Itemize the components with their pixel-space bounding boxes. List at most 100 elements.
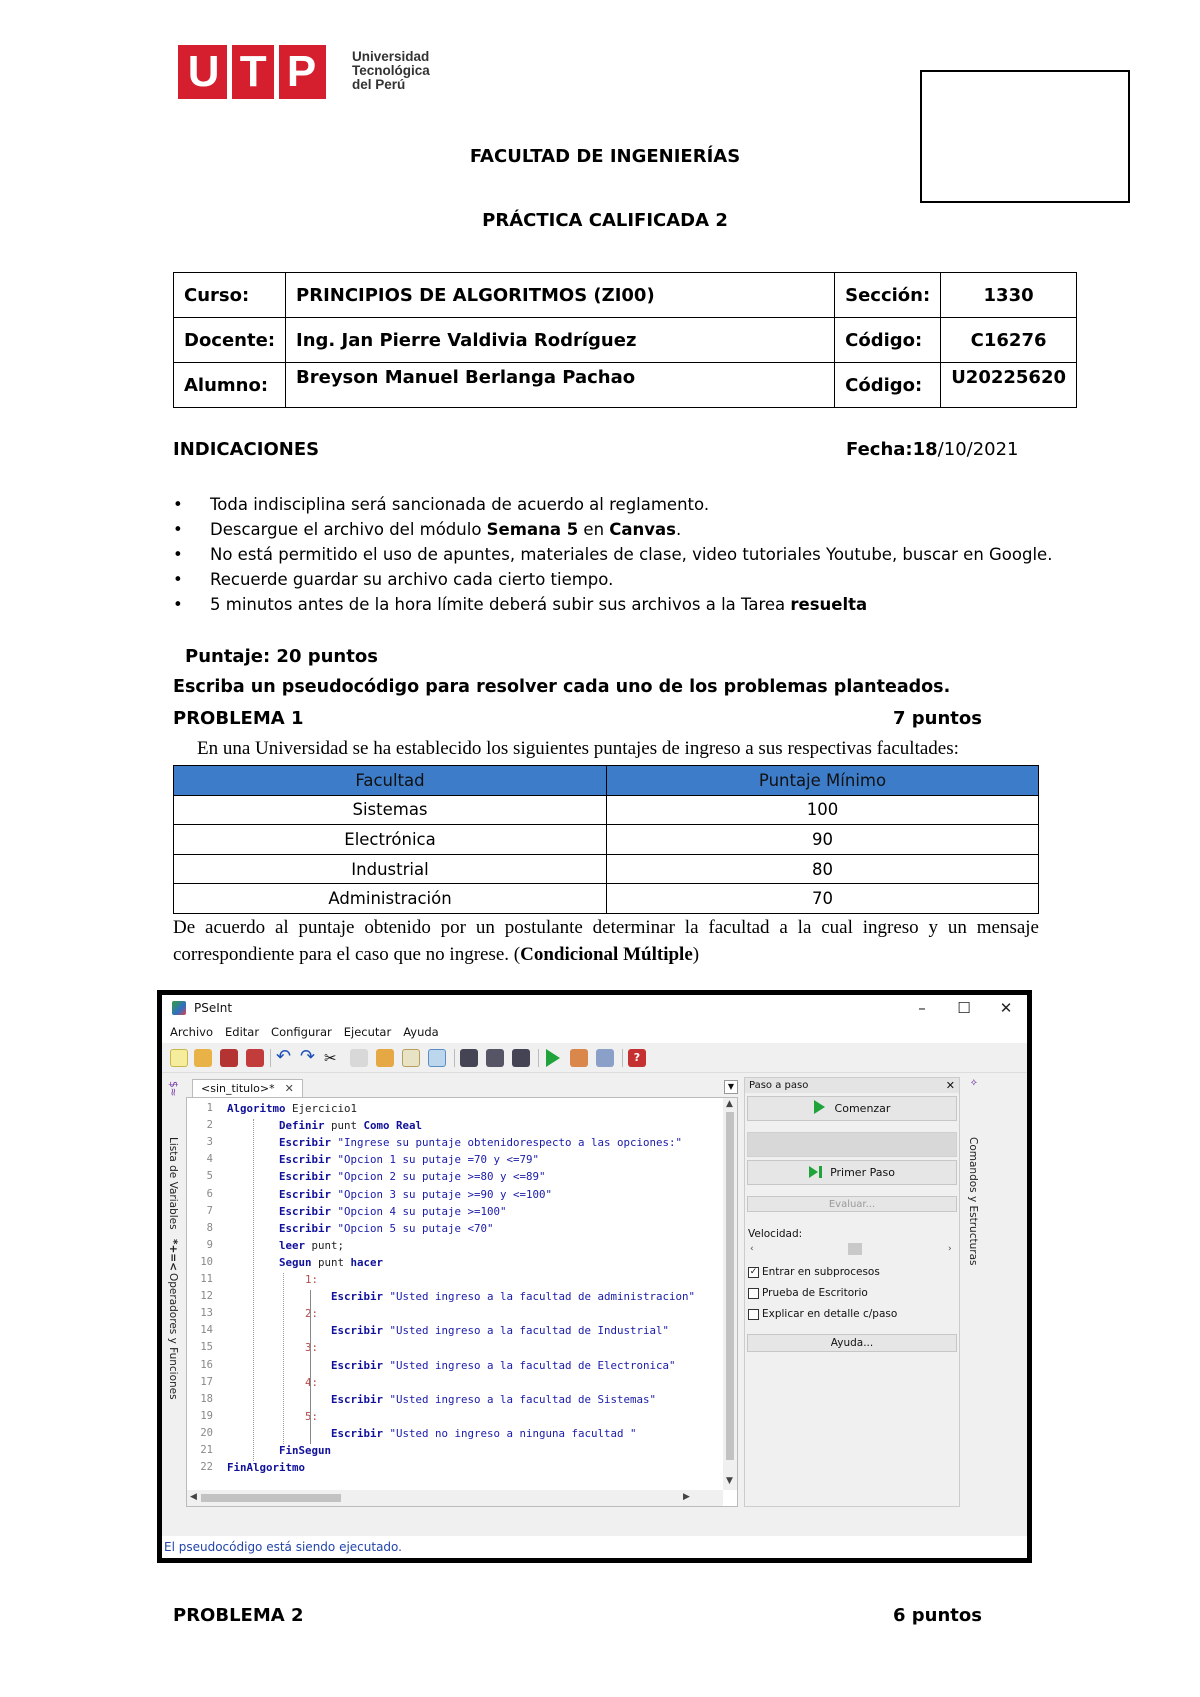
indent-icon[interactable]	[402, 1049, 420, 1067]
code-line[interactable]: Escribir "Usted ingreso a la facultad de…	[227, 1393, 656, 1406]
vertical-scrollbar[interactable]: ▲ ▼	[723, 1098, 737, 1490]
check-subprocesos[interactable]: ✓ Entrar en subprocesos	[748, 1266, 880, 1278]
horizontal-scrollbar[interactable]: ◀ ▶	[187, 1490, 723, 1506]
checkbox[interactable]: ✓	[748, 1266, 759, 1278]
copy-icon[interactable]	[350, 1049, 368, 1067]
line-numbers: 1 2 3 4 5 6 7 8 9 10 11 12 13 14 15 16 17 18 19 20 21 22	[187, 1098, 219, 1490]
run-icon[interactable]	[546, 1049, 560, 1067]
slider-right-icon[interactable]: ›	[948, 1244, 952, 1254]
table-row: Electrónica 90	[173, 824, 1039, 855]
check-prueba[interactable]: Prueba de Escritorio	[748, 1287, 868, 1299]
scroll-up-icon[interactable]: ▲	[726, 1099, 733, 1109]
scroll-thumb[interactable]	[726, 1112, 734, 1460]
window-title: PSeInt	[194, 1001, 233, 1015]
panel-close-icon[interactable]: ✕	[946, 1078, 955, 1093]
table-row: Sistemas 100	[173, 794, 1039, 826]
code-line[interactable]: FinSegun	[227, 1444, 331, 1457]
tab-sin-titulo[interactable]: <sin_titulo>* ✕	[192, 1079, 303, 1097]
ayuda-button[interactable]: Ayuda...	[747, 1334, 957, 1352]
tab-close-icon[interactable]: ✕	[285, 1082, 294, 1095]
code-line[interactable]: Escribir "Ingrese su puntaje obtenidores…	[227, 1136, 682, 1149]
maximize-button[interactable]: ☐	[943, 997, 985, 1019]
structures-icon[interactable]: ⟡	[967, 1079, 979, 1086]
search-icon[interactable]	[460, 1049, 478, 1067]
operators-tab[interactable]: Operadores y Funciones	[167, 1273, 179, 1400]
code-line[interactable]: Escribir "Opcion 1 su putaje =70 y <=79"	[227, 1153, 539, 1166]
code-line[interactable]: 3:	[227, 1341, 318, 1354]
code-line[interactable]: Segun punt hacer	[227, 1256, 383, 1269]
code-line[interactable]: Escribir "Usted ingreso a la facultad de…	[227, 1324, 669, 1337]
operators-icon[interactable]: *+=<	[167, 1239, 179, 1271]
code-line[interactable]: FinAlgoritmo	[227, 1461, 305, 1474]
save-as-icon[interactable]	[246, 1049, 264, 1067]
menu-configurar[interactable]: Configurar	[271, 1025, 332, 1039]
step-icon[interactable]	[570, 1049, 588, 1067]
code-line[interactable]: Escribir "Opcion 4 su putaje >=100"	[227, 1205, 507, 1218]
open-folder-icon[interactable]	[194, 1049, 212, 1067]
line-number: 6	[206, 1187, 213, 1200]
code-line[interactable]: 4:	[227, 1376, 318, 1389]
slider-left-icon[interactable]: ‹	[750, 1244, 754, 1254]
replace-icon[interactable]	[512, 1049, 530, 1067]
code-line[interactable]: Escribir "Opcion 5 su putaje <70"	[227, 1222, 494, 1235]
code-line[interactable]: Escribir "Usted no ingreso a ninguna fac…	[227, 1427, 637, 1440]
code-line[interactable]: Escribir "Usted ingreso a la facultad de…	[227, 1359, 676, 1372]
line-number: 5	[206, 1170, 213, 1183]
code-line[interactable]: Escribir "Opcion 2 su putaje >=80 y <=89…	[227, 1170, 546, 1183]
code-line[interactable]: 5:	[227, 1410, 318, 1423]
fecha-rest: /10/2021	[937, 439, 1019, 460]
comenzar-button[interactable]: Comenzar	[747, 1096, 957, 1121]
search-next-icon[interactable]	[486, 1049, 504, 1067]
redo-icon[interactable]: ↷	[300, 1048, 318, 1067]
code-line[interactable]: Escribir "Usted ingreso a la facultad de…	[227, 1290, 695, 1303]
chevron-down-icon[interactable]: ▼	[724, 1080, 738, 1094]
paste-icon[interactable]	[376, 1049, 394, 1067]
slider-thumb[interactable]	[848, 1243, 862, 1255]
diagram-icon[interactable]	[596, 1049, 614, 1067]
step-panel: Paso a paso ✕ Comenzar Primer Paso Evalua…	[744, 1077, 960, 1507]
code-line[interactable]: Algoritmo Ejercicio1	[227, 1102, 357, 1115]
speed-slider[interactable]: ‹ ›	[748, 1242, 956, 1256]
code-line[interactable]: Escribir "Opcion 3 su putaje >=90 y <=10…	[227, 1188, 552, 1201]
code-line[interactable]: Definir punt Como Real	[227, 1119, 422, 1132]
fecha-day: 18	[912, 439, 938, 460]
minimize-button[interactable]: –	[901, 997, 943, 1019]
scroll-down-icon[interactable]: ▼	[726, 1476, 733, 1486]
help-icon[interactable]: ?	[628, 1049, 646, 1067]
list-item: Toda indisciplina será sancionada de acu…	[170, 492, 1052, 517]
table-row: Industrial 80	[173, 853, 1039, 885]
fecha: Fecha:18/10/2021	[846, 439, 1019, 460]
table-header: Facultad	[173, 765, 607, 796]
comment-icon[interactable]	[428, 1049, 446, 1067]
variables-icon[interactable]: $≈	[167, 1081, 179, 1096]
variables-tab[interactable]: Lista de Variables	[167, 1137, 179, 1230]
check-explicar[interactable]: Explicar en detalle c/paso	[748, 1308, 897, 1320]
indent-guide	[310, 1290, 311, 1444]
undo-icon[interactable]: ↶	[276, 1048, 294, 1067]
checkbox[interactable]	[748, 1287, 759, 1299]
menu-archivo[interactable]: Archivo	[170, 1025, 213, 1039]
checkbox[interactable]	[748, 1308, 759, 1320]
code-editor[interactable]: 1 2 3 4 5 6 7 8 9 10 11 12 13 14 15 16 17 18 19 20 21 22 Algo…	[186, 1097, 738, 1507]
menu-editar[interactable]: Editar	[225, 1025, 259, 1039]
close-button[interactable]: ✕	[985, 997, 1027, 1019]
code-line[interactable]: 2:	[227, 1307, 318, 1320]
line-number: 17	[200, 1375, 213, 1388]
save-icon[interactable]	[220, 1049, 238, 1067]
logo-letter-t: T	[239, 47, 267, 96]
evaluar-button[interactable]: Evaluar...	[747, 1196, 957, 1212]
menu-ayuda[interactable]: Ayuda	[403, 1025, 439, 1039]
puntaje: Puntaje: 20 puntos	[185, 646, 378, 667]
faculty-title: FACULTAD DE INGENIERÍAS	[469, 146, 741, 167]
menu-ejecutar[interactable]: Ejecutar	[344, 1025, 391, 1039]
code-line[interactable]: leer punt;	[227, 1239, 344, 1252]
commands-tab[interactable]: Comandos y Estructuras	[967, 1137, 979, 1265]
primer-paso-button[interactable]: Primer Paso	[747, 1160, 957, 1185]
scroll-thumb[interactable]	[201, 1494, 341, 1502]
table-row: Administración 70	[173, 883, 1039, 914]
scroll-right-icon[interactable]: ▶	[683, 1492, 690, 1502]
cut-icon[interactable]: ✂	[324, 1049, 342, 1067]
code-line[interactable]: 1:	[227, 1273, 318, 1286]
scroll-left-icon[interactable]: ◀	[190, 1492, 197, 1502]
new-file-icon[interactable]	[170, 1049, 188, 1067]
